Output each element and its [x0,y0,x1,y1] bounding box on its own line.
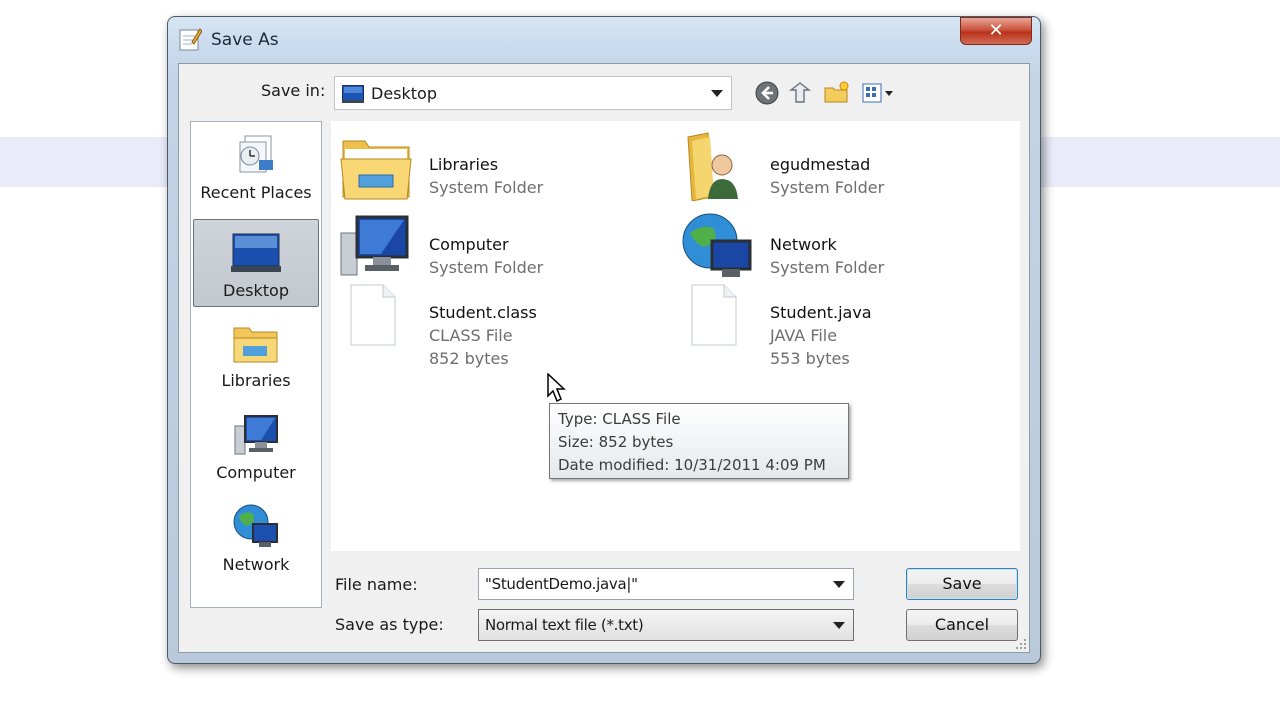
save-in-value: Desktop [371,84,437,103]
computer-icon [234,415,278,455]
place-recent-places[interactable]: Recent Places [193,130,319,218]
list-item-network[interactable]: Network System Folder [680,211,1000,281]
save-in-dropdown[interactable]: Desktop [334,76,732,110]
desktop-icon [231,233,281,272]
file-name: Libraries [429,155,499,174]
network-icon [233,504,278,547]
recent-places-icon [239,135,273,173]
list-item-egudmestad[interactable]: egudmestad System Folder [680,131,1000,201]
save-as-dialog: Save As ✕ Save in: Desktop Recent Places… [167,16,1041,664]
notepad-icon [179,28,202,51]
view-menu-icon[interactable] [859,78,899,108]
place-label: Desktop [223,281,289,300]
close-button[interactable]: ✕ [960,17,1032,45]
save-button[interactable]: Save [906,568,1018,600]
file-name: Student.java [770,303,872,322]
file-type: JAVA File [770,326,838,345]
place-computer[interactable]: Computer [193,410,319,498]
mouse-pointer-icon [547,373,566,403]
user-folder-icon [687,132,738,201]
place-network[interactable]: Network [193,502,319,590]
dialog-client: Save in: Desktop Recent Places Desktop L… [178,63,1030,653]
place-label: Recent Places [200,183,312,202]
resize-grip-icon[interactable] [1015,638,1027,650]
file-list: Libraries System Folder egudmestad Syste… [331,121,1020,551]
tooltip-type: Type: CLASS File [558,410,681,428]
cancel-button[interactable]: Cancel [906,609,1018,641]
file-name: Computer [429,235,509,254]
file-size: 553 bytes [770,349,850,368]
file-name-label: File name: [335,575,418,594]
save-as-type-label: Save as type: [335,615,444,634]
file-type: System Folder [429,178,544,197]
file-type: CLASS File [429,326,513,345]
list-item-student-java[interactable]: Student.java JAVA File 553 bytes [680,279,1000,368]
network-icon [682,213,752,277]
file-name: Student.class [429,303,537,322]
file-name: egudmestad [770,155,871,174]
file-name-input[interactable]: "StudentDemo.java|" [478,568,854,600]
place-desktop[interactable]: Desktop [193,219,319,307]
chevron-down-icon[interactable] [833,581,845,588]
window-title: Save As [211,30,279,50]
chevron-down-icon [833,622,845,629]
list-item-libraries[interactable]: Libraries System Folder [339,131,659,201]
save-in-label: Save in: [261,81,326,100]
place-libraries[interactable]: Libraries [193,318,319,406]
save-as-type-dropdown[interactable]: Normal text file (*.txt) [478,609,854,641]
desktop-icon [342,85,364,103]
file-name-value: "StudentDemo.java|" [485,575,638,593]
new-folder-icon[interactable] [822,78,852,108]
file-icon [350,284,396,346]
file-tooltip: Type: CLASS File Size: 852 bytes Date mo… [549,403,849,479]
chevron-down-icon [711,90,723,97]
place-label: Network [222,555,290,574]
file-name: Network [770,235,837,254]
list-item-computer[interactable]: Computer System Folder [339,211,659,281]
tooltip-size: Size: 852 bytes [558,433,674,451]
tooltip-date: Date modified: 10/31/2011 4:09 PM [558,456,826,474]
libraries-folder-icon [340,140,412,200]
libraries-icon [233,327,278,363]
places-bar: Recent Places Desktop Libraries Computer… [190,121,322,608]
file-type: System Folder [429,258,544,277]
back-icon[interactable] [752,78,782,108]
file-icon [691,284,737,346]
file-type: System Folder [770,178,885,197]
place-label: Computer [216,463,296,482]
place-label: Libraries [221,371,291,390]
list-item-student-class[interactable]: Student.class CLASS File 852 bytes [339,279,659,368]
up-folder-icon[interactable] [785,78,815,108]
save-as-type-value: Normal text file (*.txt) [485,616,644,634]
computer-icon [340,215,409,276]
file-type: System Folder [770,258,885,277]
file-size: 852 bytes [429,349,509,368]
